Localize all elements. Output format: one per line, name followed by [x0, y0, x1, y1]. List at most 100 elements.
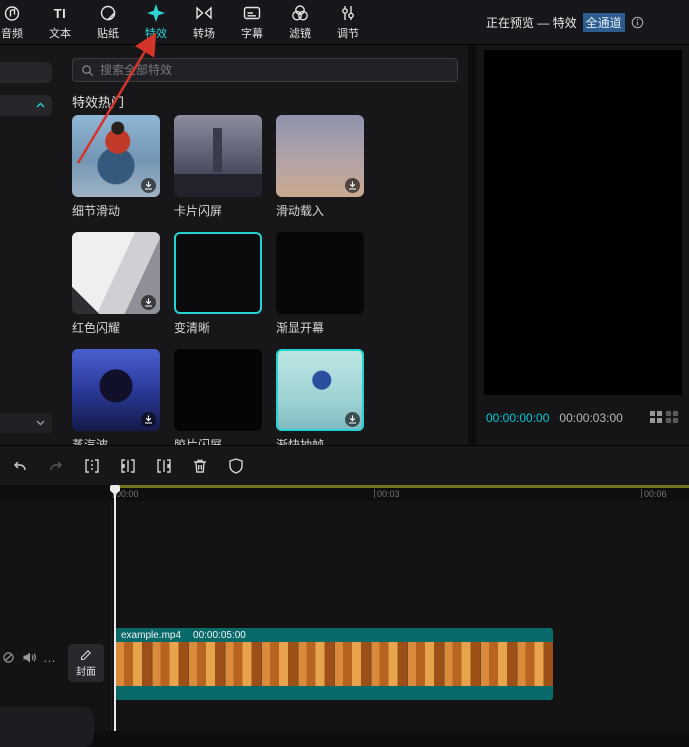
toolbar-tabs: 音频 TI 文本 贴纸 特效 转场 [0, 3, 372, 41]
tab-text[interactable]: TI 文本 [36, 3, 84, 41]
video-clip[interactable]: example.mp4 00:00:05:00 [115, 628, 553, 700]
effects-sparkle-icon [146, 3, 166, 23]
track-toggle-icon[interactable] [2, 651, 15, 664]
effect-name: 红色闪耀 [72, 319, 160, 336]
tab-label: 特效 [145, 25, 167, 41]
tab-label: 转场 [193, 25, 215, 41]
effect-thumbnail[interactable] [72, 349, 160, 431]
effect-thumbnail[interactable] [72, 115, 160, 197]
preview-viewport[interactable] [484, 50, 682, 395]
tab-effects[interactable]: 特效 [132, 3, 180, 41]
top-toolbar: 音频 TI 文本 贴纸 特效 转场 [0, 0, 689, 45]
ruler-label: 00:03 [377, 489, 400, 499]
effect-card[interactable]: 渐快抽帧 [276, 349, 364, 445]
undo-icon[interactable] [10, 456, 30, 476]
tab-sticker[interactable]: 贴纸 [84, 3, 132, 41]
redo-icon[interactable] [46, 456, 66, 476]
tab-label: 文本 [49, 25, 71, 41]
text-icon: TI [54, 3, 67, 23]
download-icon [345, 178, 360, 193]
info-icon[interactable] [631, 16, 644, 29]
effect-card-selected[interactable]: 变清晰 [174, 232, 262, 336]
tab-label: 调节 [337, 25, 359, 41]
effects-search[interactable] [72, 58, 458, 82]
effect-thumbnail[interactable] [276, 232, 364, 314]
sidebar-category-pill[interactable] [0, 62, 52, 83]
track-controls: … [2, 651, 57, 664]
cover-button[interactable]: 封面 [68, 644, 104, 682]
effect-card[interactable]: 蒸汽波 [72, 349, 160, 445]
transition-icon [194, 3, 214, 23]
preview-fullscreen-icon[interactable] [666, 411, 678, 423]
effect-card[interactable]: 红色闪耀 [72, 232, 160, 336]
download-icon [141, 295, 156, 310]
effect-thumbnail[interactable] [72, 232, 160, 314]
tab-label: 贴纸 [97, 25, 119, 41]
search-icon [81, 64, 94, 77]
split-icon[interactable] [82, 456, 102, 476]
effect-name: 渐显开幕 [276, 319, 364, 336]
clip-footer-bar [115, 686, 553, 700]
tab-label: 音频 [1, 25, 23, 41]
effect-thumbnail[interactable] [174, 349, 262, 431]
effect-card[interactable]: 胶片闪屏 [174, 349, 262, 445]
playhead[interactable] [114, 485, 116, 731]
timeline-ruler[interactable]: 00:00 00:03 00:06 [0, 485, 689, 501]
sidebar-collapsed-dropdown[interactable] [0, 413, 52, 433]
preview-timecodes: 00:00:00:00 00:00:03:00 [486, 411, 682, 425]
channel-badge[interactable]: 全通道 [583, 13, 625, 32]
sidebar-category-pill-expanded[interactable] [0, 95, 52, 116]
effect-name: 蒸汽波 [72, 436, 160, 445]
effect-name: 渐快抽帧 [276, 436, 364, 445]
tab-captions[interactable]: 字幕 [228, 3, 276, 41]
clip-name: example.mp4 [121, 630, 181, 641]
tab-adjust[interactable]: 调节 [324, 3, 372, 41]
clip-duration: 00:00:05:00 [193, 630, 246, 641]
total-timecode: 00:00:03:00 [559, 411, 622, 425]
effect-name: 变清晰 [174, 319, 262, 336]
download-icon [141, 412, 156, 427]
preview-scale-icon[interactable] [650, 411, 662, 423]
track-gutter-divider [111, 501, 112, 731]
effects-section-title: 特效热门 [72, 92, 124, 111]
preview-panel: 00:00:00:00 00:00:03:00 [476, 45, 689, 445]
clip-header: example.mp4 00:00:05:00 [115, 628, 553, 642]
bottom-left-panel[interactable] [0, 707, 94, 747]
trim-left-icon[interactable] [118, 456, 138, 476]
search-input[interactable] [100, 63, 449, 77]
ruler-label: 00:06 [644, 489, 667, 499]
tab-label: 滤镜 [289, 25, 311, 41]
cover-label: 封面 [76, 663, 96, 678]
chevron-down-icon [36, 420, 45, 426]
timeline: 00:00 00:03 00:06 … 封面 example.mp4 00:00… [0, 485, 689, 731]
mask-icon[interactable] [226, 456, 246, 476]
effect-name: 细节滑动 [72, 202, 160, 219]
timeline-range-bar [112, 485, 689, 488]
effect-card[interactable]: 滑动载入 [276, 115, 364, 219]
effect-thumbnail[interactable] [276, 115, 364, 197]
effect-thumbnail[interactable] [174, 232, 262, 314]
trim-right-icon[interactable] [154, 456, 174, 476]
adjust-sliders-icon [338, 3, 358, 23]
tab-label: 字幕 [241, 25, 263, 41]
tab-audio[interactable]: 音频 [0, 3, 36, 41]
effect-thumbnail[interactable] [276, 349, 364, 431]
effect-name: 卡片闪屏 [174, 202, 262, 219]
ruler-mark: 00:06 [641, 489, 667, 499]
effect-card[interactable]: 卡片闪屏 [174, 115, 262, 219]
current-timecode: 00:00:00:00 [486, 411, 549, 425]
tab-filter[interactable]: 滤镜 [276, 3, 324, 41]
volume-icon[interactable] [22, 651, 36, 664]
more-options[interactable]: … [43, 653, 57, 663]
preview-header: 正在预览 — 特效 全通道 [486, 0, 644, 45]
effect-card[interactable]: 渐显开幕 [276, 232, 364, 336]
effect-thumbnail[interactable] [174, 115, 262, 197]
delete-icon[interactable] [190, 456, 210, 476]
tab-transition[interactable]: 转场 [180, 3, 228, 41]
clip-filmstrip[interactable] [115, 642, 553, 686]
ruler-tick [374, 489, 375, 498]
ruler-mark: 00:03 [374, 489, 400, 499]
effect-card[interactable]: 细节滑动 [72, 115, 160, 219]
download-icon [141, 178, 156, 193]
pencil-icon [80, 649, 92, 661]
